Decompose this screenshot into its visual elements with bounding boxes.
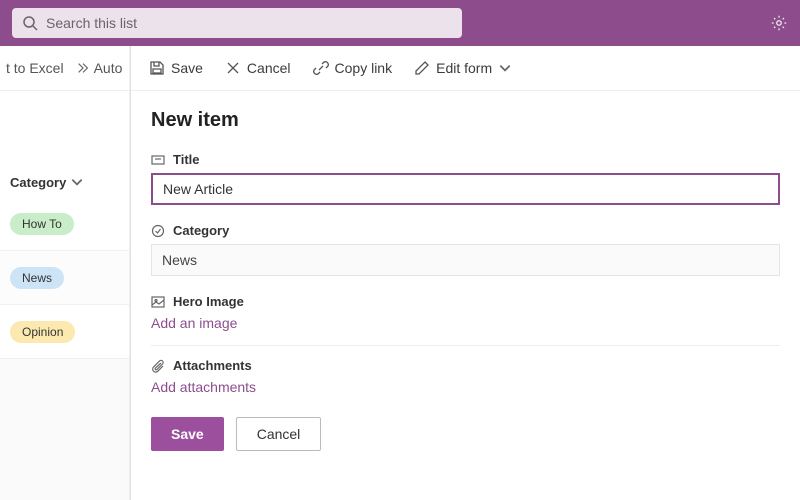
chevron-down-icon xyxy=(70,175,84,189)
category-pill: Opinion xyxy=(10,321,75,343)
search-input[interactable] xyxy=(46,15,452,31)
category-pill: How To xyxy=(10,213,74,235)
add-attachments-link[interactable]: Add attachments xyxy=(151,379,780,395)
automate-button[interactable]: Auto xyxy=(76,60,123,76)
hero-image-label: Hero Image xyxy=(151,294,780,309)
close-icon xyxy=(225,60,241,76)
export-excel-button[interactable]: t to Excel xyxy=(6,60,64,76)
background-list: t to Excel Auto Category How To News Opi… xyxy=(0,46,130,500)
cancel-button[interactable]: Cancel xyxy=(225,60,291,76)
list-row[interactable]: News xyxy=(0,251,129,305)
flow-icon xyxy=(76,61,90,75)
link-icon xyxy=(313,60,329,76)
search-box[interactable] xyxy=(12,8,462,38)
settings-icon[interactable] xyxy=(770,14,788,32)
attachments-label: Attachments xyxy=(151,358,780,373)
category-pill: News xyxy=(10,267,64,289)
category-label: Category xyxy=(151,223,780,238)
save-icon xyxy=(149,60,165,76)
choice-icon xyxy=(151,224,165,238)
panel-title: New item xyxy=(151,109,780,132)
add-image-link[interactable]: Add an image xyxy=(151,315,780,331)
command-bar-left: t to Excel Auto xyxy=(0,46,129,91)
new-item-panel: Save Cancel Copy link Edit form xyxy=(130,46,800,500)
title-label: Title xyxy=(151,152,780,167)
edit-form-button[interactable]: Edit form xyxy=(414,60,512,76)
category-field[interactable]: News xyxy=(151,244,780,276)
divider xyxy=(151,345,780,346)
top-suite-bar xyxy=(0,0,800,46)
cancel-secondary-button[interactable]: Cancel xyxy=(236,417,322,451)
text-field-icon xyxy=(151,153,165,167)
save-button[interactable]: Save xyxy=(149,60,203,76)
paperclip-icon xyxy=(151,359,165,373)
save-primary-button[interactable]: Save xyxy=(151,417,224,451)
list-row[interactable]: How To xyxy=(0,197,129,251)
search-icon xyxy=(22,15,38,31)
image-icon xyxy=(151,295,165,309)
panel-toolbar: Save Cancel Copy link Edit form xyxy=(131,46,800,91)
column-header-category[interactable]: Category xyxy=(0,167,129,197)
list-row[interactable]: Opinion xyxy=(0,305,129,359)
chevron-down-icon xyxy=(498,61,512,75)
title-input[interactable] xyxy=(151,173,780,205)
copy-link-button[interactable]: Copy link xyxy=(313,60,393,76)
edit-icon xyxy=(414,60,430,76)
